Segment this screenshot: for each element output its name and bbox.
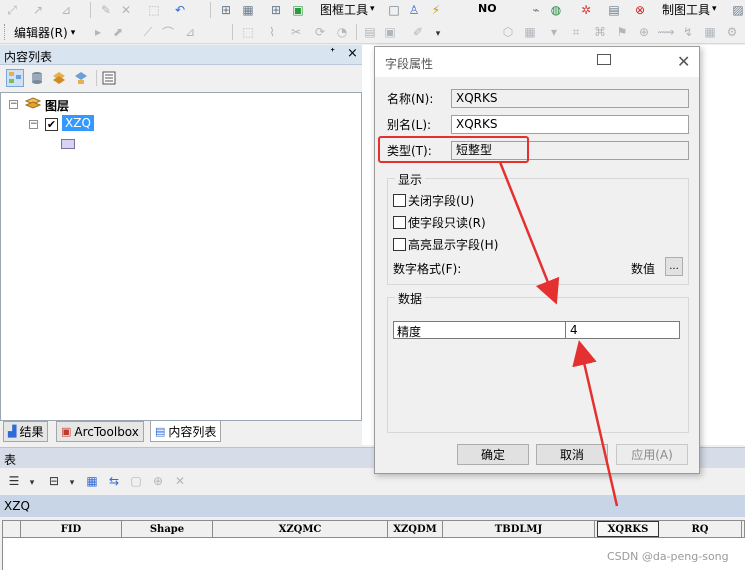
arrow-type-to-precision [498, 161, 560, 305]
watermark-text: CSDN @da-peng-song [607, 550, 729, 563]
arrow-column-to-precision [572, 340, 619, 507]
annotation-arrows [498, 161, 619, 507]
